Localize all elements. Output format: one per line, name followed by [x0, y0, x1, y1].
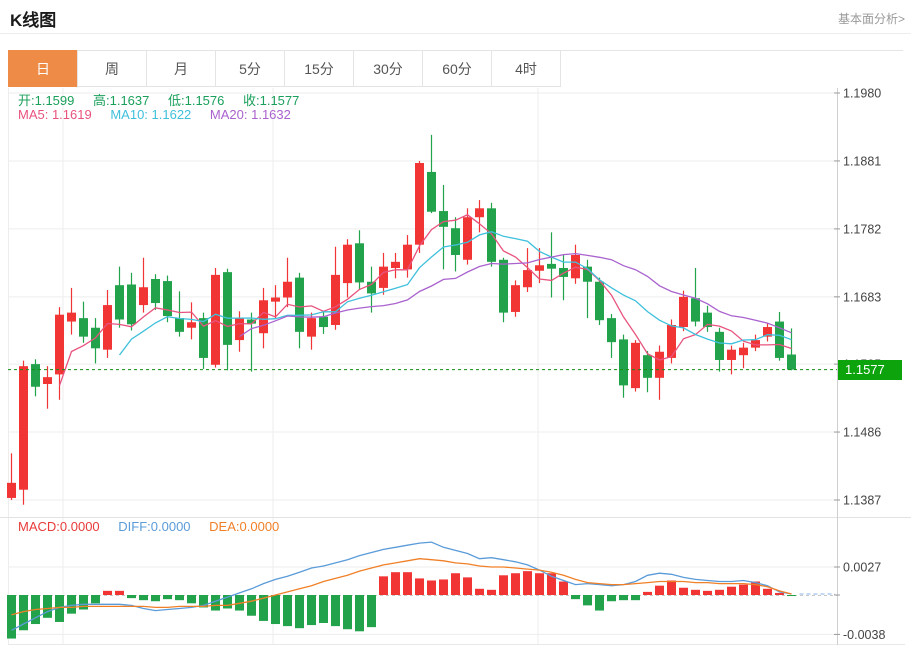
tab-5min[interactable]: 5分: [215, 50, 285, 87]
page-title: K线图: [10, 6, 56, 31]
diff-value: DIFF:0.0000: [118, 519, 190, 534]
fundamental-analysis-link[interactable]: 基本面分析>: [838, 10, 905, 27]
ma5-value: MA5: 1.1619: [18, 107, 92, 122]
macd-value: MACD:0.0000: [18, 519, 100, 534]
timeframe-tabs: 日 周 月 5分 15分 30分 60分 4时: [8, 50, 561, 87]
svg-text:1.1782: 1.1782: [843, 222, 881, 236]
svg-text:1.1881: 1.1881: [843, 154, 881, 168]
kline-page: 1.19801.18811.17821.16831.15851.14861.13…: [0, 0, 911, 646]
ma10-value: MA10: 1.1622: [110, 107, 191, 122]
tab-week[interactable]: 周: [77, 50, 147, 87]
tab-month[interactable]: 月: [146, 50, 216, 87]
ma20-value: MA20: 1.1632: [210, 107, 291, 122]
svg-text:1.1387: 1.1387: [843, 494, 881, 508]
svg-text:1.1486: 1.1486: [843, 426, 881, 440]
tab-30min[interactable]: 30分: [353, 50, 423, 87]
svg-text:0.0027: 0.0027: [843, 561, 881, 575]
tab-60min[interactable]: 60分: [422, 50, 492, 87]
low-value: 低:1.1576: [168, 93, 224, 108]
svg-text:1.1980: 1.1980: [843, 87, 881, 101]
ma-legend: MA5: 1.1619 MA10: 1.1622 MA20: 1.1632: [18, 107, 306, 122]
svg-text:-0.0038: -0.0038: [843, 628, 885, 642]
svg-text:1.1683: 1.1683: [843, 290, 881, 304]
current-price-label: 1.1577: [838, 360, 902, 380]
tab-15min[interactable]: 15分: [284, 50, 354, 87]
open-value: 开:1.1599: [18, 93, 74, 108]
macd-legend: MACD:0.0000 DIFF:0.0000 DEA:0.0000: [18, 519, 294, 534]
high-value: 高:1.1637: [93, 93, 149, 108]
tab-4hour[interactable]: 4时: [491, 50, 561, 87]
close-value: 收:1.1577: [243, 93, 299, 108]
tab-day[interactable]: 日: [8, 50, 78, 87]
dea-value: DEA:0.0000: [209, 519, 279, 534]
